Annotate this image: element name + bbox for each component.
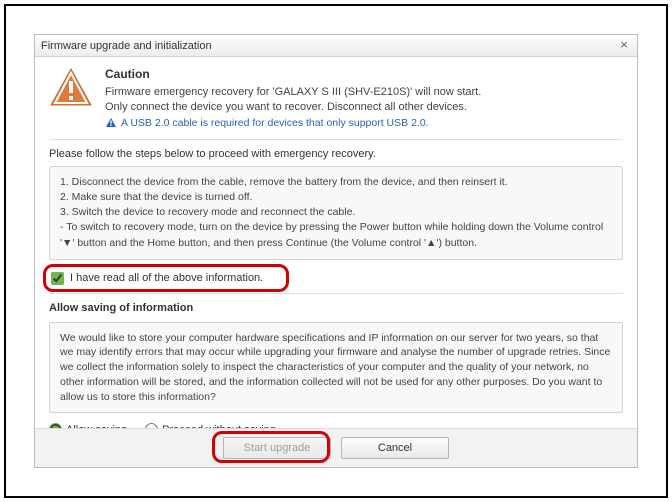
lead-text: Please follow the steps below to proceed… <box>49 148 623 160</box>
confirm-label[interactable]: I have read all of the above information… <box>70 272 263 284</box>
usb-note-row: A USB 2.0 cable is required for devices … <box>105 117 623 129</box>
confirm-checkbox[interactable] <box>51 272 64 285</box>
caution-line2: Only connect the device you want to reco… <box>105 100 623 115</box>
button-bar: Start upgrade Cancel <box>35 428 637 467</box>
confirm-row: I have read all of the above information… <box>49 268 623 289</box>
window-title: Firmware upgrade and initialization <box>41 40 617 52</box>
steps-box: 1. Disconnect the device from the cable,… <box>49 166 623 260</box>
step-3: 3. Switch the device to recovery mode an… <box>60 205 612 220</box>
titlebar: Firmware upgrade and initialization × <box>35 35 637 57</box>
step-2: 2. Make sure that the device is turned o… <box>60 190 612 205</box>
caution-text: Caution Firmware emergency recovery for … <box>105 67 623 129</box>
caution-line1: Firmware emergency recovery for 'GALAXY … <box>105 85 623 100</box>
info-icon <box>105 117 117 129</box>
outer-frame: Firmware upgrade and initialization × Ca… <box>4 4 668 498</box>
divider <box>49 139 623 140</box>
warning-icon <box>49 67 93 107</box>
caution-block: Caution Firmware emergency recovery for … <box>49 67 623 129</box>
step-1: 1. Disconnect the device from the cable,… <box>60 175 612 190</box>
divider-2 <box>49 293 623 294</box>
close-icon[interactable]: × <box>617 39 631 53</box>
usb-note-text: A USB 2.0 cable is required for devices … <box>121 117 429 129</box>
start-upgrade-button[interactable]: Start upgrade <box>223 437 331 459</box>
info-box: We would like to store your computer har… <box>49 322 623 413</box>
caution-heading: Caution <box>105 67 623 81</box>
step-4: - To switch to recovery mode, turn on th… <box>60 220 612 250</box>
content-area: Caution Firmware emergency recovery for … <box>35 57 637 428</box>
cancel-button[interactable]: Cancel <box>341 437 449 459</box>
allow-heading: Allow saving of information <box>49 302 623 318</box>
dialog-window: Firmware upgrade and initialization × Ca… <box>34 34 638 468</box>
